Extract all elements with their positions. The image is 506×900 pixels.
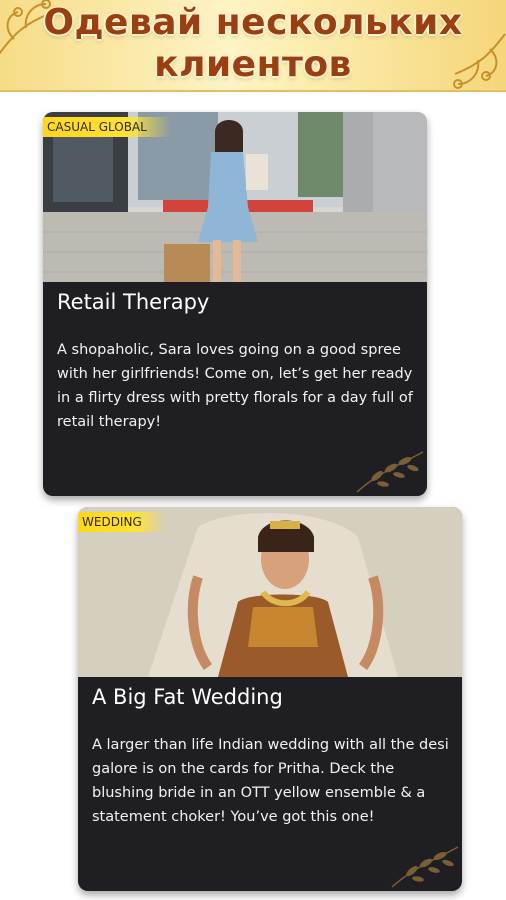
category-badge: WEDDING (78, 512, 166, 532)
category-badge: CASUAL GLOBAL (43, 117, 171, 137)
card-photo-bride (78, 507, 462, 677)
leaf-ornament-icon (391, 846, 459, 888)
card-description: A shopaholic, Sara loves going on a good… (57, 342, 413, 430)
client-card-big-fat-wedding[interactable]: WEDDING A Big Fat Wedding A larger than … (78, 507, 462, 891)
card-title: Retail Therapy (57, 290, 210, 314)
card-photo-shopping (43, 112, 427, 282)
card-title: A Big Fat Wedding (92, 685, 283, 709)
client-card-retail-therapy[interactable]: CASUAL GLOBAL Retail Therapy A shopaholi… (43, 112, 427, 496)
floral-ornament-icon (453, 33, 506, 89)
leaf-ornament-icon (356, 451, 424, 493)
card-description: A larger than life Indian wedding with a… (92, 737, 449, 825)
header-banner: Одевай нескольких клиентов (0, 0, 506, 92)
title-line-2: клиентов (154, 44, 352, 85)
page-title: Одевай нескольких клиентов (0, 2, 506, 86)
title-line-1: Одевай нескольких (43, 2, 463, 43)
